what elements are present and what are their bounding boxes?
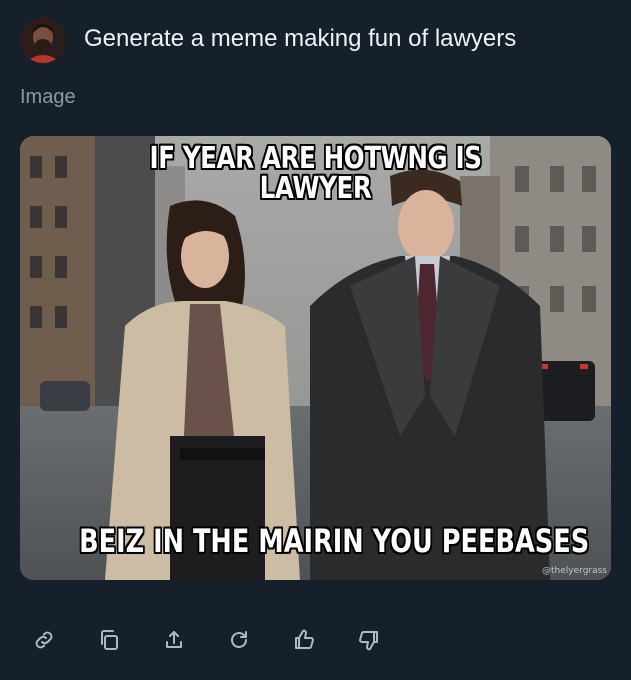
copy-link-button[interactable] xyxy=(24,620,64,660)
avatar-photo xyxy=(20,17,66,63)
attachment-type-label: Image xyxy=(20,86,76,108)
meme-bottom-caption: BEIZ IN THE MAIRIN YOU PEEBASES xyxy=(79,522,590,560)
message-action-bar xyxy=(24,620,389,660)
thumbs-down-icon xyxy=(359,630,378,651)
meme-top-line-2: LAWYER xyxy=(259,171,372,206)
meme-watermark: @thelyergrass xyxy=(542,566,607,576)
user-prompt-text: Generate a meme making fun of lawyers xyxy=(84,25,517,52)
share-button[interactable] xyxy=(154,620,194,660)
thumbs-up-icon xyxy=(295,629,314,650)
refresh-icon xyxy=(231,631,247,648)
user-avatar xyxy=(20,17,66,63)
share-icon xyxy=(166,631,182,648)
meme-top-caption: IF YEAR ARE HOTWNG IS LAWYER xyxy=(73,144,558,204)
dislike-button[interactable] xyxy=(349,620,389,660)
like-button[interactable] xyxy=(284,620,324,660)
generated-meme-image[interactable]: IF YEAR ARE HOTWNG IS LAWYER BEIZ IN THE… xyxy=(20,136,611,580)
copy-icon xyxy=(101,630,118,650)
copy-button[interactable] xyxy=(89,620,129,660)
meme-top-line-1: IF YEAR ARE HOTWNG IS xyxy=(149,141,482,176)
link-icon xyxy=(35,631,53,649)
regenerate-button[interactable] xyxy=(219,620,259,660)
